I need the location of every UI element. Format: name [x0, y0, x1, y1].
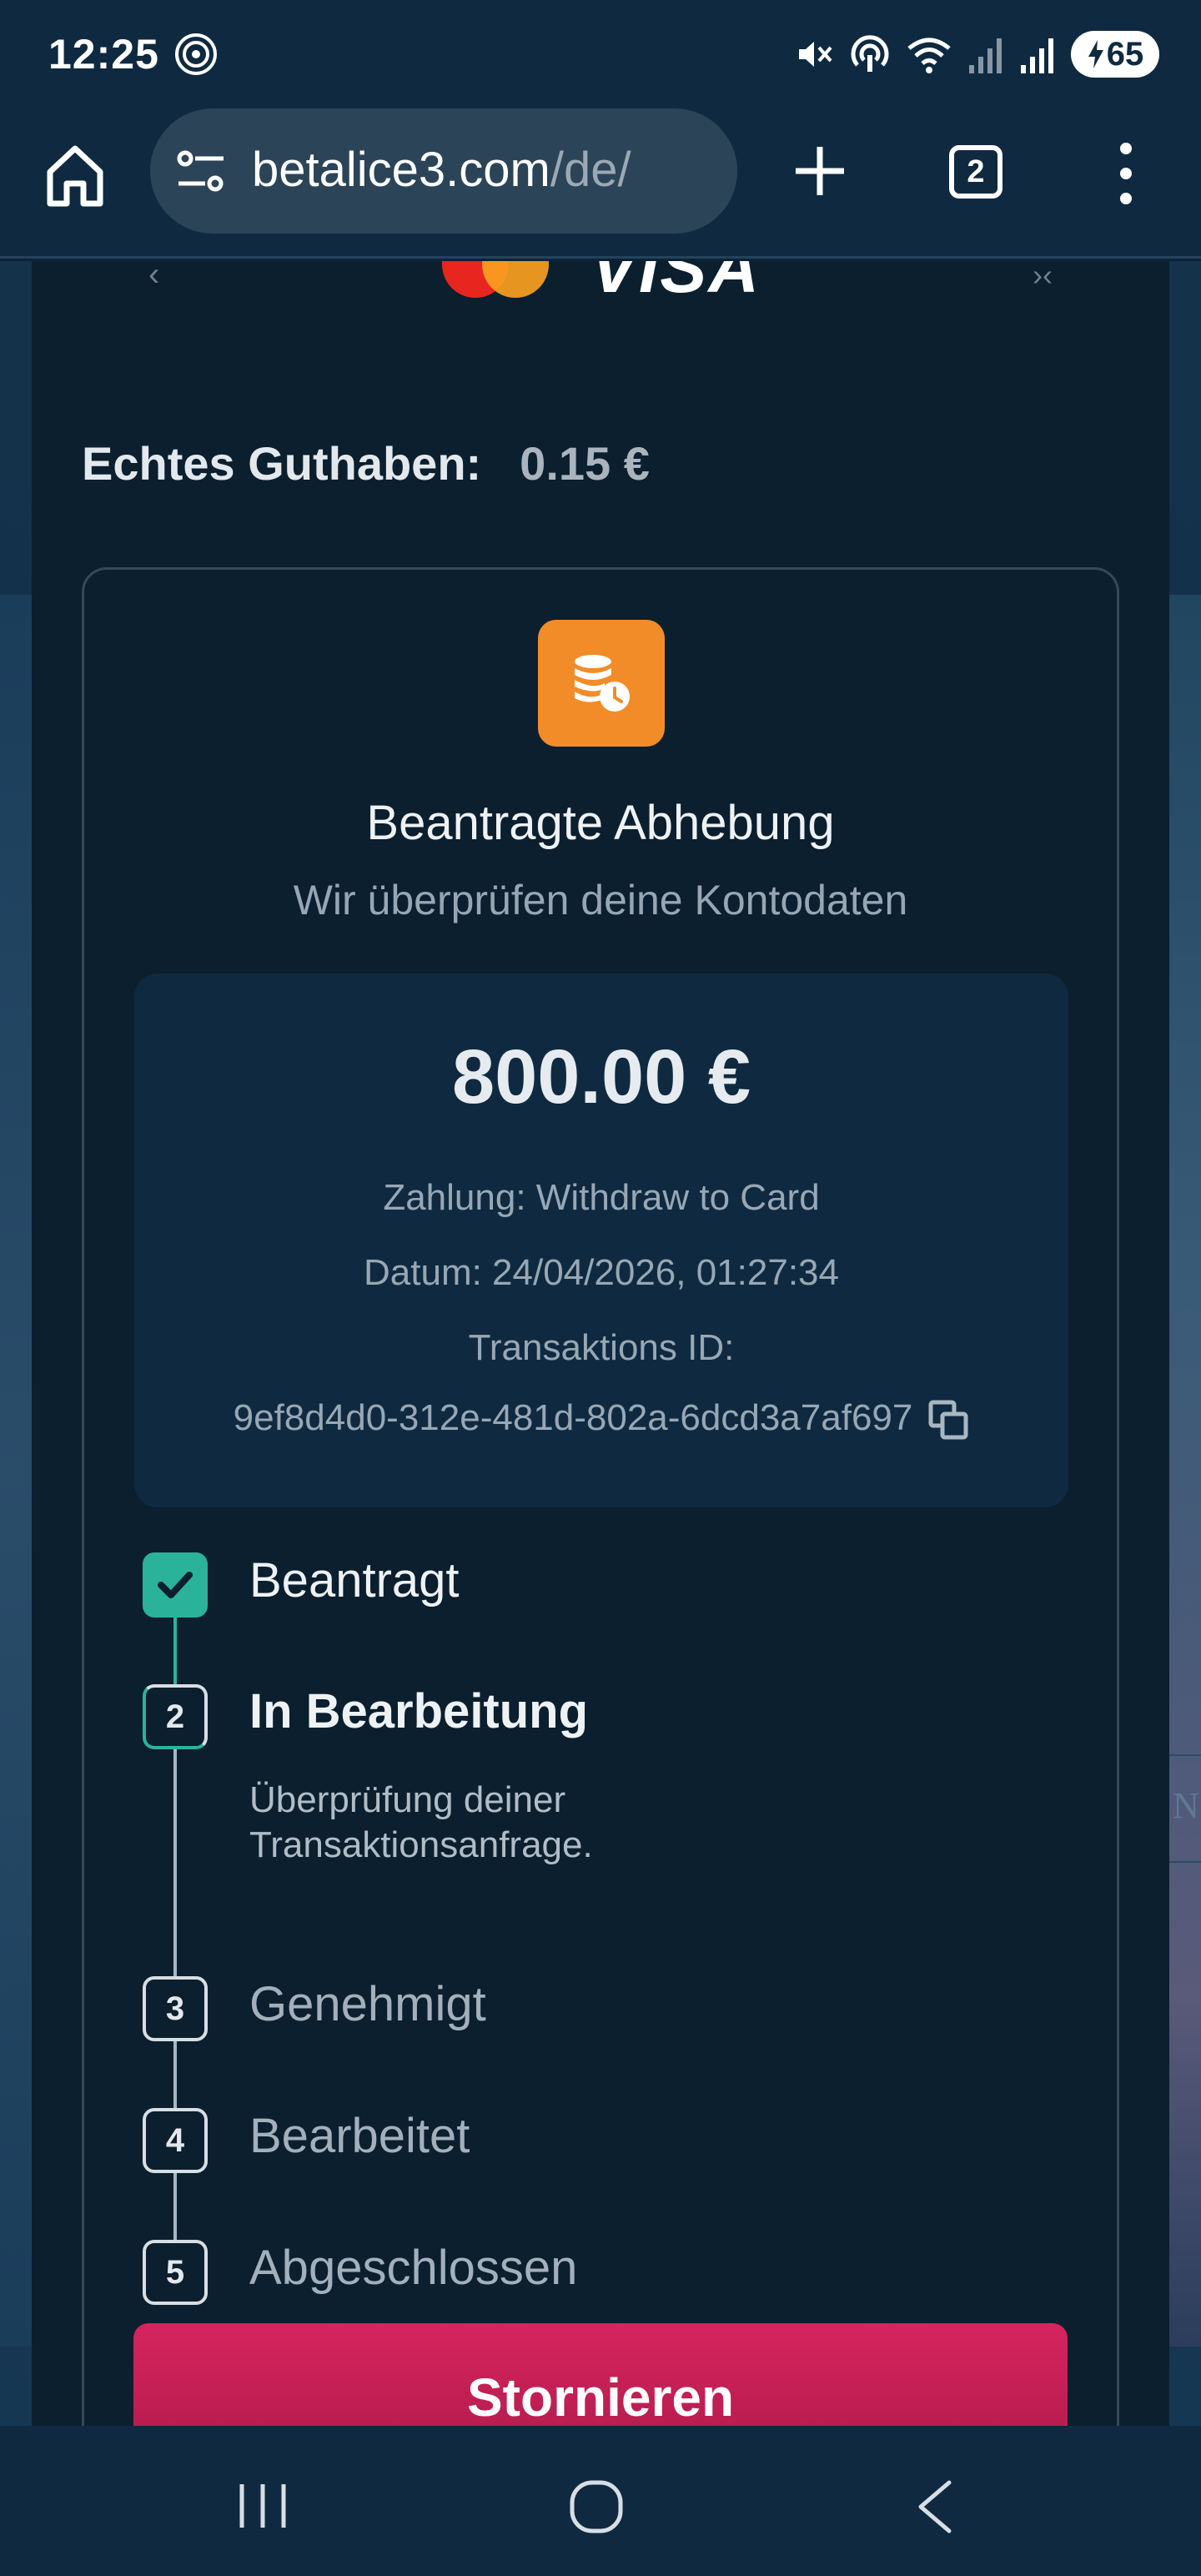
- battery-indicator: 65: [1071, 31, 1159, 78]
- hotspot-icon: [175, 33, 217, 75]
- withdrawal-progress-stepper: Beantragt 2 In Bearbeitung Überprüfung d…: [143, 1552, 1060, 2320]
- url-text: betalice3.com/de/: [252, 142, 631, 198]
- step-1-check: [143, 1552, 208, 1618]
- url-path: /de/: [550, 143, 631, 197]
- battery-charging-icon: [1088, 40, 1103, 68]
- recent-apps-icon[interactable]: [235, 2481, 290, 2531]
- wifi-icon: [907, 38, 951, 73]
- home-icon[interactable]: [45, 142, 105, 209]
- visa-logo: VISA: [590, 261, 761, 303]
- withdrawal-subtitle: Wir überprüfen deine Kontodaten: [293, 877, 908, 923]
- transaction-date: Datum: 24/04/2026, 01:27:34: [364, 1252, 839, 1293]
- step-2-description: Überprüfung deiner Transaktionsanfrage.: [249, 1779, 593, 1865]
- copy-icon[interactable]: [927, 1399, 969, 1441]
- address-bar[interactable]: betalice3.com/de/: [150, 108, 737, 234]
- payment-method: Zahlung: Withdraw to Card: [383, 1177, 820, 1218]
- step-1-label: Beantragt: [249, 1553, 460, 1607]
- tab-count: 2: [967, 153, 985, 189]
- step-4-number: 4: [143, 2108, 208, 2173]
- signal-r-icon: [1021, 38, 1053, 73]
- system-navigation-bar: [0, 2426, 1201, 2576]
- withdrawal-amount: 800.00 €: [451, 1034, 751, 1119]
- step-4-label: Bearbeitet: [249, 2109, 470, 2163]
- background-left-edge: [0, 595, 33, 2347]
- transaction-id: 9ef8d4d0-312e-481d-802a-6dcd3a7af697: [233, 1397, 913, 1438]
- step-5-label: Abgeschlossen: [249, 2241, 578, 2295]
- step-connector: [173, 1618, 177, 1688]
- home-circle-icon[interactable]: [567, 2478, 626, 2536]
- balance-value: 0.15 €: [520, 437, 650, 490]
- payment-logos: ‹ VISA ›‹: [32, 261, 1169, 303]
- signal-icon: [969, 38, 1002, 73]
- step-connector: [173, 2173, 177, 2240]
- battery-level: 65: [1106, 35, 1144, 73]
- step-5-number: 5: [143, 2240, 208, 2305]
- background-right-strip: N: [1168, 1754, 1201, 1863]
- new-tab-icon[interactable]: [791, 142, 849, 200]
- tab-switcher-button[interactable]: 2: [949, 145, 1003, 199]
- background-right-edge: [1168, 595, 1201, 2347]
- status-time: 12:25: [48, 31, 159, 78]
- withdrawal-status-badge: [538, 620, 665, 747]
- step-connector: [173, 2041, 177, 2108]
- site-settings-icon[interactable]: [175, 148, 227, 194]
- coins-clock-icon: [575, 655, 630, 712]
- transaction-id-row: 9ef8d4d0-312e-481d-802a-6dcd3a7af697: [134, 1397, 1068, 1441]
- withdrawal-modal: ‹ VISA ›‹ Echtes Guthaben: 0.15 € Beantr…: [32, 261, 1169, 2486]
- back-icon[interactable]: [911, 2478, 957, 2536]
- carousel-prev-icon[interactable]: ‹: [148, 261, 159, 294]
- nfc-icon: [851, 35, 889, 72]
- transaction-details: 800.00 € Zahlung: Withdraw to Card Datum…: [134, 974, 1068, 1507]
- mute-icon: [799, 42, 832, 67]
- check-icon: [158, 1572, 193, 1598]
- balance-label: Echtes Guthaben:: [82, 437, 482, 490]
- step-3-number: 3: [143, 1976, 208, 2041]
- step-3-label: Genehmigt: [249, 1977, 486, 2031]
- withdrawal-card: Beantragte Abhebung Wir überprüfen deine…: [82, 567, 1119, 2486]
- carousel-next-icon[interactable]: ›‹: [1033, 261, 1053, 293]
- step-2-number: 2: [143, 1684, 208, 1749]
- real-balance: Echtes Guthaben: 0.15 €: [82, 436, 650, 491]
- step-2-label: In Bearbeitung: [249, 1684, 589, 1738]
- more-menu-icon[interactable]: [1109, 140, 1143, 207]
- browser-toolbar: betalice3.com/de/ 2: [0, 108, 1201, 259]
- url-domain: betalice3.com: [252, 143, 550, 197]
- step-connector: [173, 1749, 177, 1976]
- status-bar: 12:25 65: [0, 0, 1201, 108]
- withdrawal-title: Beantragte Abhebung: [366, 796, 835, 850]
- transaction-id-label: Transaktions ID:: [468, 1327, 735, 1368]
